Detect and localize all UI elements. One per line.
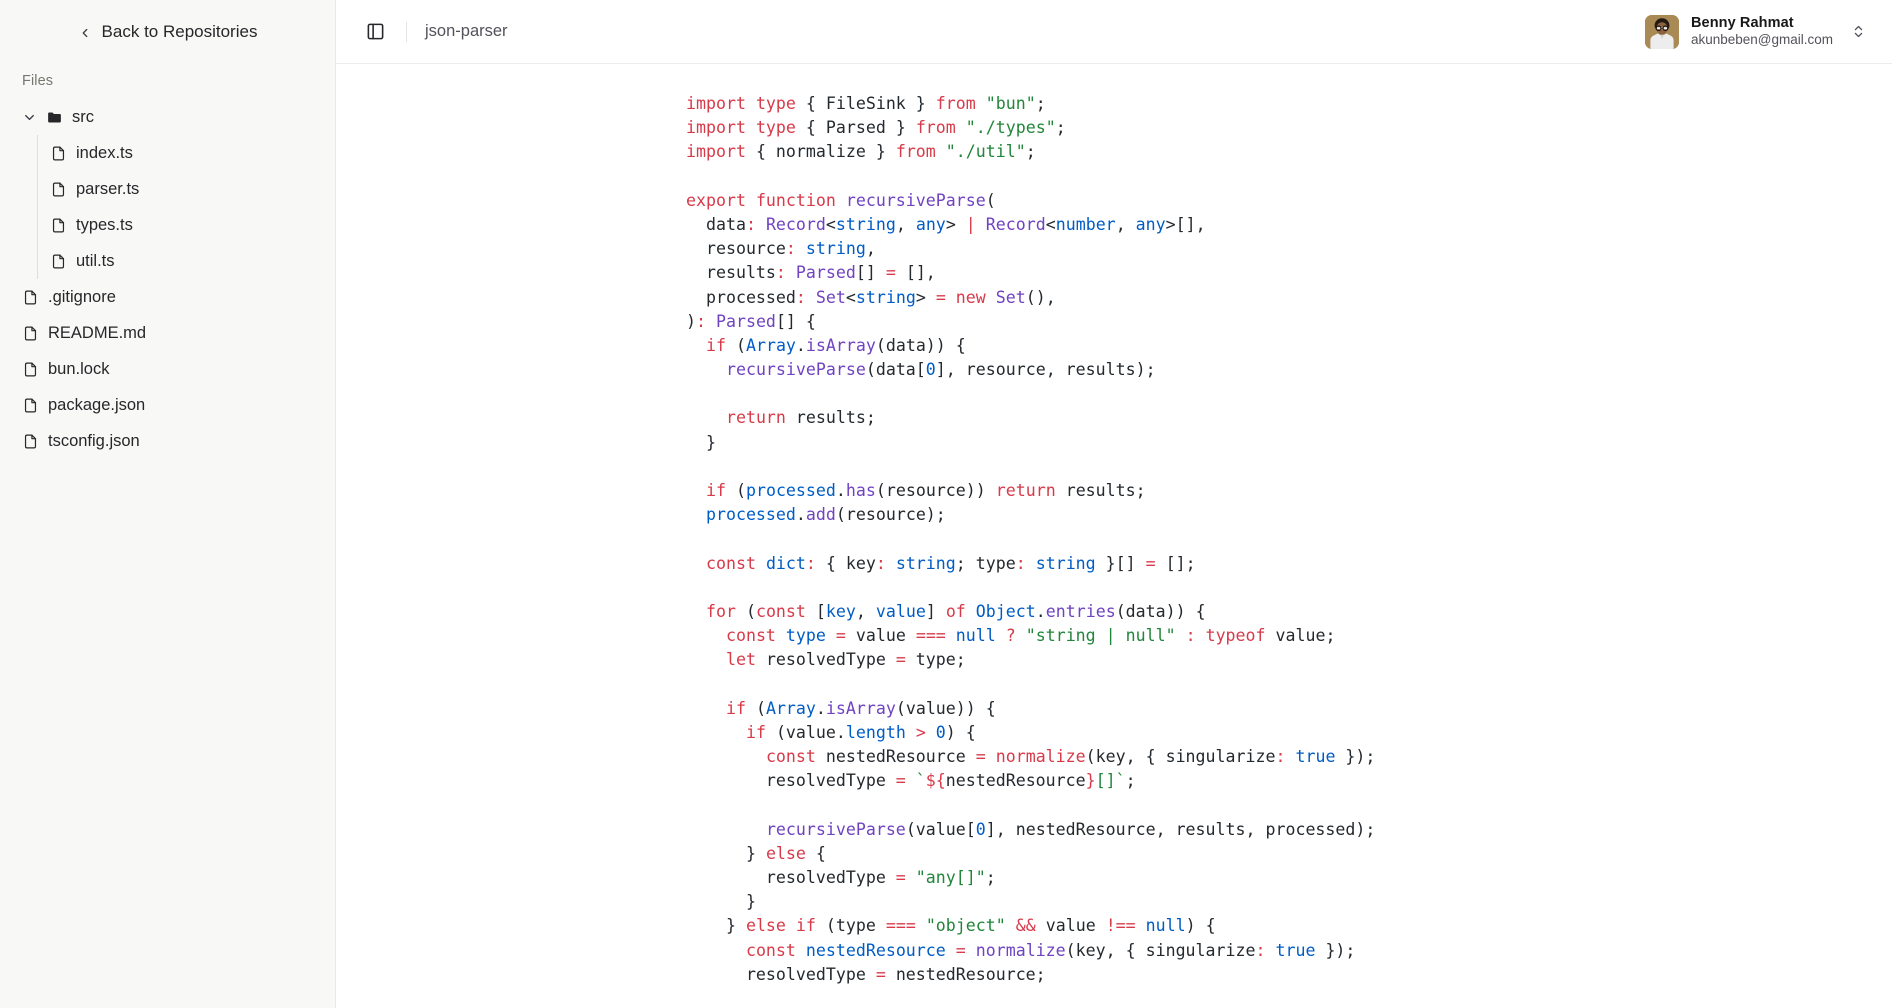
code-line: const nestedResource = normalize(key, { … [765,747,1376,767]
top-bar: json-parser Benny Rahmat akunbeben@gmail… [336,0,1892,64]
code-line: export function recursiveParse( [686,190,996,210]
sidebar-header: Back to Repositories [0,0,335,64]
back-to-repositories-label: Back to Repositories [101,22,258,41]
main-content: json-parser Benny Rahmat akunbeben@gmail… [336,0,1892,1008]
tree-file-label: README.md [48,323,147,342]
code-line: const type = value === null ? "string | … [725,626,1336,646]
tree-file-util-ts[interactable]: util.ts [10,243,325,279]
code-line: } [686,892,756,912]
file-icon [22,289,39,306]
tree-file-package-json[interactable]: package.json [10,387,325,423]
code-line: processed: Set<string> = new Set(), [686,287,1056,307]
file-icon [50,217,67,234]
tree-folder-label: src [72,107,94,126]
tree-file-index-ts[interactable]: index.ts [10,135,325,171]
code-line: ​ [686,793,1892,817]
code-line: recursiveParse(value[0], nestedResource,… [765,819,1376,839]
app-root: Back to Repositories Files src index.ts … [0,0,1892,1008]
code-line: let resolvedType = type; [725,650,966,670]
code-line: ​ [686,165,1892,189]
user-menu-button[interactable]: Benny Rahmat akunbeben@gmail.com [1639,10,1874,54]
code-line: ​ [686,382,1892,406]
code-line: import type { FileSink } from "bun"; [686,94,1046,113]
tree-file-types-ts[interactable]: types.ts [10,207,325,243]
tree-file-tsconfig-json[interactable]: tsconfig.json [10,423,325,459]
tree-group-src: src index.ts parser.ts types.ts util.ts [10,99,325,279]
tree-file-label: index.ts [76,143,133,162]
code-line: if (Array.isArray(value)) { [725,698,996,718]
chevron-down-icon[interactable] [22,110,37,125]
chevrons-up-down-icon[interactable] [1851,24,1866,39]
file-icon [22,325,39,342]
code-viewer[interactable]: import type { FileSink } from "bun"; impo… [336,64,1892,1008]
tree-file-gitignore[interactable]: .gitignore [10,279,325,315]
code-line: ​ [686,576,1892,600]
code-line: if (processed.has(resource)) return resu… [705,481,1146,500]
file-icon [50,145,67,162]
code-line: for (const [key, value] of Object.entrie… [705,601,1206,621]
file-icon [50,181,67,198]
tree-file-bun-lock[interactable]: bun.lock [10,351,325,387]
tree-file-readme-md[interactable]: README.md [10,315,325,351]
code-line: resolvedType = `${nestedResource}[]`; [686,771,1136,791]
code-line: const dict: { key: string; type: string … [705,553,1196,573]
file-icon [22,397,39,414]
tree-file-label: .gitignore [48,287,116,306]
user-email: akunbeben@gmail.com [1690,32,1833,48]
code-line: resolvedType = nestedResource; [686,964,1046,984]
tree-file-label: bun.lock [48,359,110,378]
code-line: ): Parsed[] { [686,311,816,331]
file-icon [22,361,39,378]
file-tree: src index.ts parser.ts types.ts util.ts … [0,99,335,459]
header-divider [406,21,407,42]
tree-file-parser-ts[interactable]: parser.ts [10,171,325,207]
tree-folder-src[interactable]: src [10,99,325,135]
source-code: import type { FileSink } from "bun"; impo… [336,64,1892,1008]
files-section-label: Files [22,73,54,89]
code-line: const nestedResource = normalize(key, { … [745,940,1356,960]
code-line: } else { [686,843,826,863]
user-info: Benny Rahmat akunbeben@gmail.com [1691,15,1833,48]
code-line: if (Array.isArray(data)) { [705,335,966,355]
code-line: recursiveParse(data[0], resource, result… [725,360,1156,380]
folder-icon [46,109,63,126]
code-line: import type { Parsed } from "./types"; [686,118,1066,138]
code-line: ​ [686,987,1892,1008]
repository-name: json-parser [425,22,508,40]
back-to-repositories-button[interactable]: Back to Repositories [72,18,264,46]
code-line: ​ [686,673,1892,697]
tree-file-label: util.ts [76,251,115,270]
code-line: resource: string, [686,239,876,259]
code-line: data: Record<string, any> | Record<numbe… [686,214,1206,234]
code-line: } [686,432,716,452]
file-icon [50,253,67,270]
file-icon [22,433,39,450]
code-line: results: Parsed[] = [], [686,263,936,283]
code-line: resolvedType = "any[]"; [686,868,996,887]
code-line: return results; [725,408,876,428]
user-avatar [1644,14,1679,49]
tree-indent-guide [37,135,38,279]
code-line: processed.add(resource); [705,505,946,525]
code-line: import { normalize } from "./util"; [686,142,1036,162]
code-line: ​ [686,527,1892,551]
tree-file-label: tsconfig.json [48,431,140,450]
panel-left-icon[interactable] [360,17,390,47]
code-content: import type { FileSink } from "bun"; impo… [686,92,1892,1008]
tree-file-label: parser.ts [76,179,140,198]
user-name: Benny Rahmat [1690,14,1794,31]
chevron-left-icon [78,25,92,39]
code-line: } else if (type === "object" && value !=… [686,916,1216,936]
code-line: if (value.length > 0) { [745,722,976,742]
tree-file-label: package.json [48,395,146,414]
file-explorer-sidebar: Back to Repositories Files src index.ts … [0,0,336,1008]
tree-file-label: types.ts [76,215,133,234]
code-line: ​ [686,455,1892,479]
